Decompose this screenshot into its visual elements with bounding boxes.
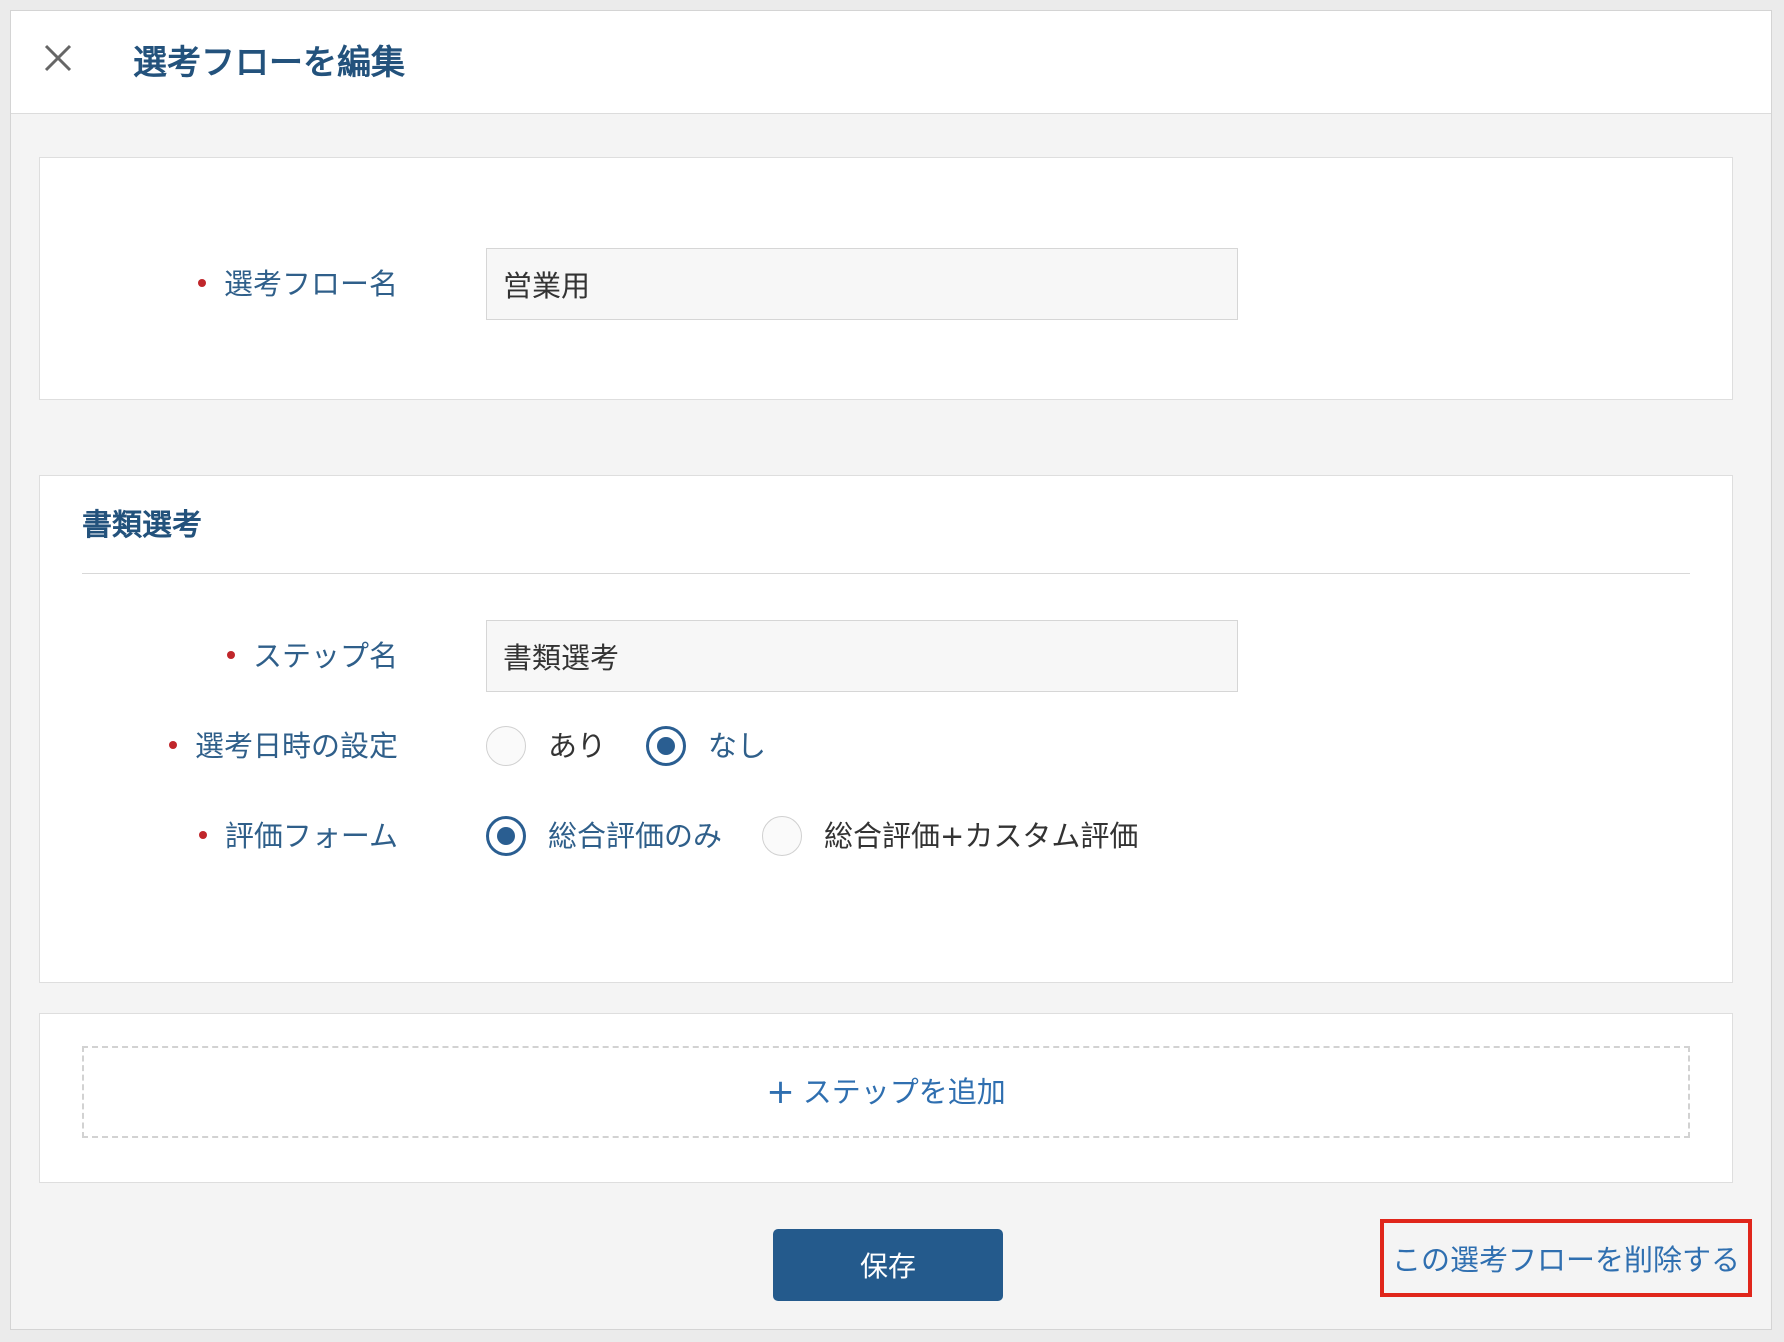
radio-button-selected[interactable] xyxy=(486,816,526,856)
section-divider xyxy=(82,573,1690,574)
edit-flow-dialog: 選考フローを編集 選考フロー名 書類選考 ステップ名 選考日時の設定 あり なし xyxy=(10,10,1772,1330)
close-button[interactable] xyxy=(35,35,81,81)
form-option-custom[interactable]: 総合評価+カスタム評価 xyxy=(762,816,1138,856)
delete-flow-link[interactable]: この選考フローを削除する xyxy=(1380,1219,1752,1297)
radio-label: あり xyxy=(548,729,607,763)
step-name-input[interactable] xyxy=(486,620,1238,692)
form-option-overall[interactable]: 総合評価のみ xyxy=(486,816,722,856)
radio-button[interactable] xyxy=(486,726,526,766)
form-radio-group: 総合評価のみ 総合評価+カスタム評価 xyxy=(486,814,1178,858)
step-name-label-text: ステップ名 xyxy=(252,639,398,673)
required-indicator xyxy=(198,831,207,839)
radio-label: 総合評価のみ xyxy=(548,819,723,853)
form-label-text: 評価フォーム xyxy=(224,819,398,853)
flow-name-card: 選考フロー名 xyxy=(39,157,1733,400)
dialog-title: 選考フローを編集 xyxy=(133,43,405,83)
schedule-radio-group: あり なし xyxy=(486,724,806,768)
required-indicator xyxy=(197,279,206,287)
flow-name-label-text: 選考フロー名 xyxy=(223,267,398,301)
schedule-label-text: 選考日時の設定 xyxy=(194,729,398,763)
radio-label: なし xyxy=(708,729,767,763)
flow-name-label: 選考フロー名 xyxy=(197,264,398,304)
add-step-button[interactable]: + ステップを追加 xyxy=(82,1046,1690,1138)
step-name-label: ステップ名 xyxy=(226,636,398,676)
step-card: 書類選考 ステップ名 選考日時の設定 あり なし 評価フォーム 総合評価のみ xyxy=(39,475,1733,983)
add-step-card: + ステップを追加 xyxy=(39,1013,1733,1183)
required-indicator xyxy=(168,741,177,749)
save-button[interactable]: 保存 xyxy=(773,1229,1003,1301)
radio-button-selected[interactable] xyxy=(646,726,687,766)
step-heading: 書類選考 xyxy=(82,508,202,543)
required-indicator xyxy=(226,651,235,659)
flow-name-input[interactable] xyxy=(486,248,1238,320)
schedule-option-yes[interactable]: あり xyxy=(486,726,606,766)
dialog-header: 選考フローを編集 xyxy=(11,11,1771,114)
schedule-label: 選考日時の設定 xyxy=(168,726,398,766)
form-label: 評価フォーム xyxy=(198,816,398,856)
add-step-label: ステップを追加 xyxy=(802,1075,1006,1109)
close-icon xyxy=(44,44,72,72)
radio-label: 総合評価+カスタム評価 xyxy=(824,819,1139,853)
schedule-option-no[interactable]: なし xyxy=(646,726,766,766)
plus-icon: + xyxy=(766,1072,795,1112)
radio-button[interactable] xyxy=(762,816,803,856)
